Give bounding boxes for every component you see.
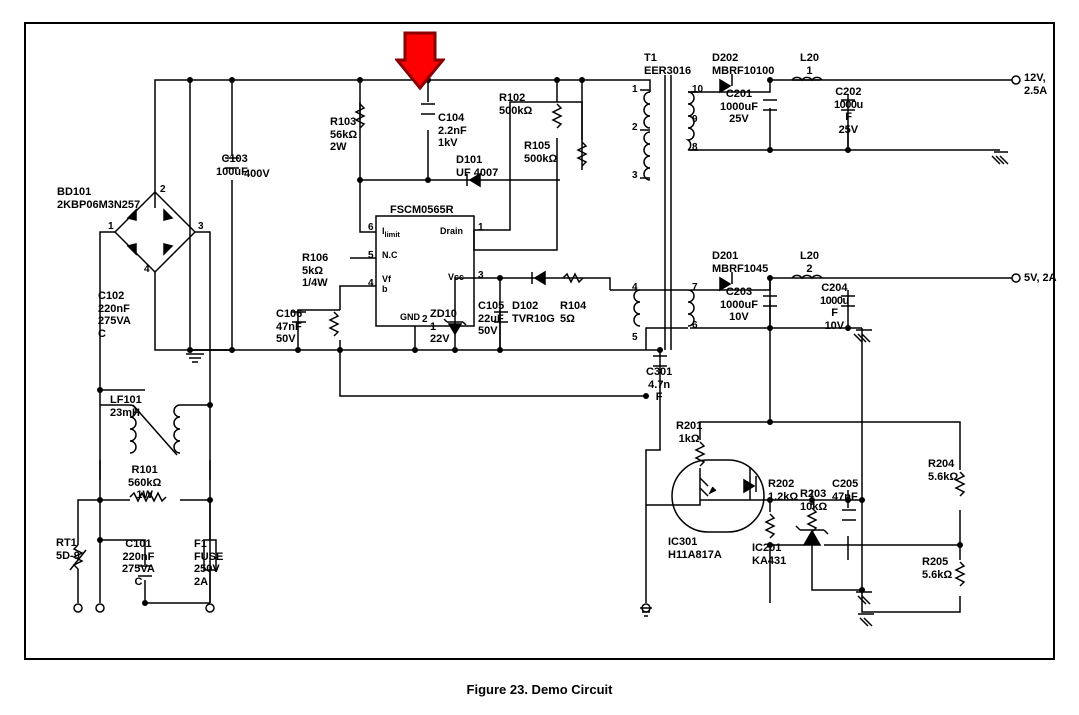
ref-R201: R2011kΩ xyxy=(676,420,702,445)
ref-BD101: BD1012KBP06M3N257 xyxy=(57,186,140,211)
ic-pin2-name: GND xyxy=(400,312,420,322)
ref-R202: R2021.2kΩ xyxy=(768,478,798,503)
t1-pin10: 10 xyxy=(692,84,703,95)
ic-pin6-name: Ilimit xyxy=(382,226,400,239)
output-12v: 12V,2.5A xyxy=(1024,72,1047,97)
bridge-pin-2: 2 xyxy=(160,184,166,195)
ref-R205: R2055.6kΩ xyxy=(922,556,952,581)
ic-pin3-num: 3 xyxy=(478,270,484,281)
ic-pin5-num: 5 xyxy=(368,250,374,261)
schematic-wiring xyxy=(0,0,1079,715)
ref-F1: F1FUSE250V2A xyxy=(194,538,223,589)
t1-pin6: 6 xyxy=(692,320,698,331)
t1-pin8: 8 xyxy=(692,142,698,153)
ref-R105: R105500kΩ xyxy=(524,140,557,165)
bridge-pin-3: 3 xyxy=(198,221,204,232)
ref-ZD101: ZD10122V xyxy=(430,308,457,346)
ref-C201: C2011000uF25V xyxy=(720,88,758,126)
ref-C104: C1042.2nF1kV xyxy=(438,112,467,150)
t1-pin7: 7 xyxy=(692,282,698,293)
ref-C105: C10522uF50V xyxy=(478,300,504,338)
ref-D201: D201MBRF1045 xyxy=(712,250,768,275)
bridge-pin-1: 1 xyxy=(108,221,114,232)
ref-D102: D102TVR10G xyxy=(512,300,555,325)
ref-ic-main: FSCM0565R xyxy=(390,204,454,217)
ic-pin4-name: Vfb xyxy=(382,274,391,294)
ref-RT1: RT15D-9 xyxy=(56,537,80,562)
ref-C203: C2031000uF10V xyxy=(720,286,758,324)
ref-T1: T1EER3016 xyxy=(644,52,691,77)
t1-pin9: 9 xyxy=(692,114,698,125)
ref-R204: R2045.6kΩ xyxy=(928,458,958,483)
ref-R101: R101560kΩ1W xyxy=(128,464,161,502)
ic-pin3-name: Vcc xyxy=(448,272,464,282)
ref-C102: C102220nF275VAC xyxy=(98,290,131,341)
t1-pin4: 4 xyxy=(632,282,638,293)
t1-pin1: 1 xyxy=(632,84,638,95)
ref-R102: R102500kΩ xyxy=(499,92,532,117)
ic-pin1-name: Drain xyxy=(440,226,463,236)
ref-D101: D101UF 4007 xyxy=(456,154,498,179)
ref-LF101: LF10123mH xyxy=(110,394,142,419)
val-C103-extra: 400V xyxy=(244,168,270,181)
ref-C101: C101220nF275VAC xyxy=(122,538,155,589)
ref-L20-2: L202 xyxy=(800,250,819,275)
ref-D202: D202MBRF10100 xyxy=(712,52,774,77)
ref-C205: C20547nF xyxy=(832,478,858,503)
ic-pin4-num: 4 xyxy=(368,278,374,289)
t1-pin5: 5 xyxy=(632,332,638,343)
ref-R106: R1065kΩ1/4W xyxy=(302,252,328,290)
figure-caption: Figure 23. Demo Circuit xyxy=(0,682,1079,697)
ic-pin5-name: N.C xyxy=(382,250,398,260)
bridge-pin-4: 4 xyxy=(144,264,150,275)
ic-pin6-num: 6 xyxy=(368,222,374,233)
ref-C301: C3014.7nF xyxy=(646,366,672,404)
output-5v: 5V, 2A xyxy=(1024,272,1057,285)
ref-R103: R10356kΩ2W xyxy=(330,116,357,154)
t1-pin2: 2 xyxy=(632,122,638,133)
ref-C202: C2021000uF25V xyxy=(834,86,863,137)
ref-R203: R20310kΩ xyxy=(800,488,827,513)
ref-IC201: IC201KA431 xyxy=(752,542,786,567)
ic-pin1-num: 1 xyxy=(478,222,484,233)
ref-C204: C2041000uF10V xyxy=(820,282,849,333)
ref-L20-1: L201 xyxy=(800,52,819,77)
ref-C106: C10647nF50V xyxy=(276,308,302,346)
ref-R104: R1045Ω xyxy=(560,300,586,325)
ref-IC301: IC301H11A817A xyxy=(668,536,722,561)
callout-arrow xyxy=(395,28,445,98)
ic-pin2-num: 2 xyxy=(422,314,428,325)
t1-pin3: 3 xyxy=(632,170,638,181)
